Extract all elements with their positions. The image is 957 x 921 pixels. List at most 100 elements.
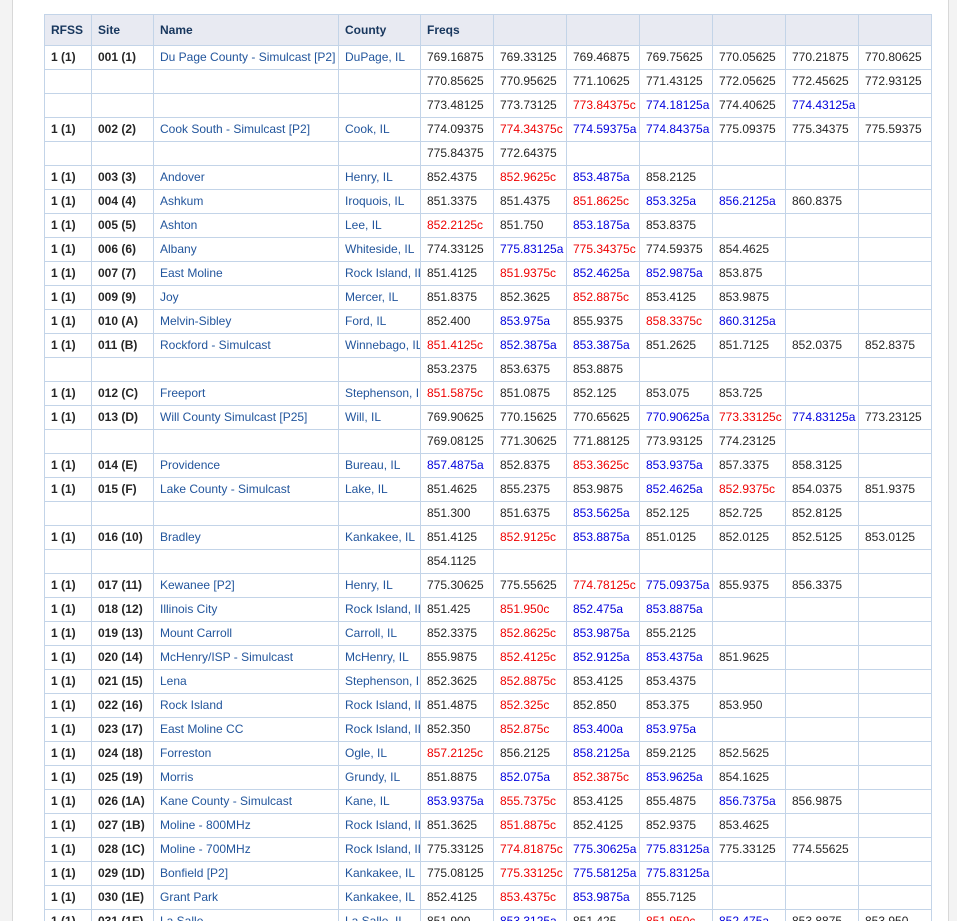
cell-site-name[interactable]: Freeport — [153, 381, 339, 406]
cell-county[interactable]: Mercer, IL — [338, 285, 421, 310]
cell-rfss — [44, 357, 92, 382]
cell-site-name[interactable]: Bonfield [P2] — [153, 861, 339, 886]
cell-site-name[interactable]: Andover — [153, 165, 339, 190]
cell-rfss: 1 (1) — [44, 693, 92, 718]
cell-county[interactable]: Kankakee, IL — [338, 861, 421, 886]
cell-county[interactable]: Henry, IL — [338, 165, 421, 190]
cell-county[interactable]: Ogle, IL — [338, 741, 421, 766]
cell-site-name[interactable]: Moline - 700MHz — [153, 837, 339, 862]
cell-county[interactable]: Rock Island, IL — [338, 717, 421, 742]
cell-site-name[interactable]: Ashkum — [153, 189, 339, 214]
cell-site-name — [153, 501, 339, 526]
table-row: 1 (1) 004 (4) Ashkum Iroquois, IL 851.3375 85… — [44, 189, 932, 214]
cell-site-name[interactable]: Rock Island — [153, 693, 339, 718]
cell-frequency: 769.90625 — [420, 405, 494, 430]
cell-site-name[interactable]: Mount Carroll — [153, 621, 339, 646]
cell-site-name[interactable]: Albany — [153, 237, 339, 262]
cell-frequency: 851.0125 — [639, 525, 713, 550]
cell-county[interactable]: Whiteside, IL — [338, 237, 421, 262]
column-header-freqs[interactable]: Freqs — [420, 14, 494, 46]
cell-site-name[interactable]: Providence — [153, 453, 339, 478]
cell-site-name[interactable]: Cook South - Simulcast [P2] — [153, 117, 339, 142]
cell-site-name[interactable]: Kane County - Simulcast — [153, 789, 339, 814]
cell-county[interactable]: McHenry, IL — [338, 645, 421, 670]
cell-site-name[interactable]: Morris — [153, 765, 339, 790]
cell-county[interactable]: Kane, IL — [338, 789, 421, 814]
cell-county[interactable]: Stephenson, IL — [338, 381, 421, 406]
cell-county[interactable]: Kankakee, IL — [338, 525, 421, 550]
cell-site-name — [153, 69, 339, 94]
cell-site-name[interactable]: East Moline CC — [153, 717, 339, 742]
cell-rfss: 1 (1) — [44, 285, 92, 310]
cell-site-name[interactable]: Bradley — [153, 525, 339, 550]
cell-frequency-empty — [712, 549, 786, 574]
cell-frequency: 851.8875 — [420, 765, 494, 790]
cell-site-name[interactable]: Kewanee [P2] — [153, 573, 339, 598]
cell-site-name[interactable]: Rockford - Simulcast — [153, 333, 339, 358]
cell-county[interactable]: Cook, IL — [338, 117, 421, 142]
cell-county[interactable]: Stephenson, IL — [338, 669, 421, 694]
cell-county — [338, 501, 421, 526]
cell-site-name[interactable]: McHenry/ISP - Simulcast — [153, 645, 339, 670]
cell-site-name[interactable]: East Moline — [153, 261, 339, 286]
cell-site: 031 (1F) — [91, 909, 154, 921]
cell-site-name[interactable]: Melvin-Sibley — [153, 309, 339, 334]
cell-frequency: 852.8125 — [785, 501, 859, 526]
cell-frequency-empty — [785, 381, 859, 406]
cell-county[interactable]: Iroquois, IL — [338, 189, 421, 214]
cell-site-name[interactable]: Du Page County - Simulcast [P2] — [153, 45, 339, 70]
cell-county[interactable]: Winnebago, IL — [338, 333, 421, 358]
cell-county[interactable]: Carroll, IL — [338, 621, 421, 646]
table-row: 1 (1) 011 (B) Rockford - Simulcast Winnebag… — [44, 333, 932, 358]
cell-site: 005 (5) — [91, 213, 154, 238]
cell-control-frequency: 775.33125c — [493, 861, 567, 886]
cell-county[interactable]: Rock Island, IL — [338, 837, 421, 862]
cell-county[interactable]: Rock Island, IL — [338, 261, 421, 286]
cell-site-name[interactable]: Lake County - Simulcast — [153, 477, 339, 502]
cell-county[interactable]: Will, IL — [338, 405, 421, 430]
column-header-county[interactable]: County — [338, 14, 421, 46]
cell-alternate-control-frequency: 852.075a — [493, 765, 567, 790]
cell-site-name[interactable]: Grant Park — [153, 885, 339, 910]
cell-site-name[interactable]: Lena — [153, 669, 339, 694]
cell-site-name[interactable]: Ashton — [153, 213, 339, 238]
cell-site-name[interactable]: Illinois City — [153, 597, 339, 622]
table-header-row: RFSS Site Name County Freqs — [44, 14, 932, 46]
cell-frequency: 852.4375 — [420, 165, 494, 190]
cell-rfss: 1 (1) — [44, 213, 92, 238]
cell-frequency-empty — [785, 357, 859, 382]
cell-rfss: 1 (1) — [44, 189, 92, 214]
cell-site-name[interactable]: Joy — [153, 285, 339, 310]
cell-county[interactable]: Bureau, IL — [338, 453, 421, 478]
table-row: 1 (1) 018 (12) Illinois City Rock Island, I… — [44, 597, 932, 622]
cell-site: 014 (E) — [91, 453, 154, 478]
cell-county[interactable]: Henry, IL — [338, 573, 421, 598]
table-header: RFSS Site Name County Freqs — [44, 14, 932, 46]
table-row: 1 (1) 026 (1A) Kane County - Simulcast Kane… — [44, 789, 932, 814]
cell-county[interactable]: Ford, IL — [338, 309, 421, 334]
column-header-name[interactable]: Name — [153, 14, 339, 46]
cell-frequency-empty — [785, 669, 859, 694]
cell-frequency: 775.55625 — [493, 573, 567, 598]
cell-frequency: 769.16875 — [420, 45, 494, 70]
cell-site-name[interactable]: Moline - 800MHz — [153, 813, 339, 838]
cell-county[interactable]: DuPage, IL — [338, 45, 421, 70]
cell-site-name[interactable]: Will County Simulcast [P25] — [153, 405, 339, 430]
cell-site-name[interactable]: La Salle — [153, 909, 339, 921]
cell-rfss: 1 (1) — [44, 525, 92, 550]
cell-county[interactable]: Lee, IL — [338, 213, 421, 238]
cell-frequency-empty — [858, 501, 932, 526]
cell-site-name[interactable]: Forreston — [153, 741, 339, 766]
column-header-rfss[interactable]: RFSS — [44, 14, 92, 46]
cell-county[interactable]: Kankakee, IL — [338, 885, 421, 910]
cell-frequency-empty — [785, 165, 859, 190]
column-header-site[interactable]: Site — [91, 14, 154, 46]
cell-site-name — [153, 357, 339, 382]
cell-county[interactable]: Grundy, IL — [338, 765, 421, 790]
cell-county[interactable]: La Salle, IL — [338, 909, 421, 921]
cell-alternate-control-frequency: 853.975a — [639, 717, 713, 742]
cell-county[interactable]: Rock Island, IL — [338, 813, 421, 838]
cell-county[interactable]: Rock Island, IL — [338, 693, 421, 718]
cell-county[interactable]: Lake, IL — [338, 477, 421, 502]
cell-county[interactable]: Rock Island, IL — [338, 597, 421, 622]
